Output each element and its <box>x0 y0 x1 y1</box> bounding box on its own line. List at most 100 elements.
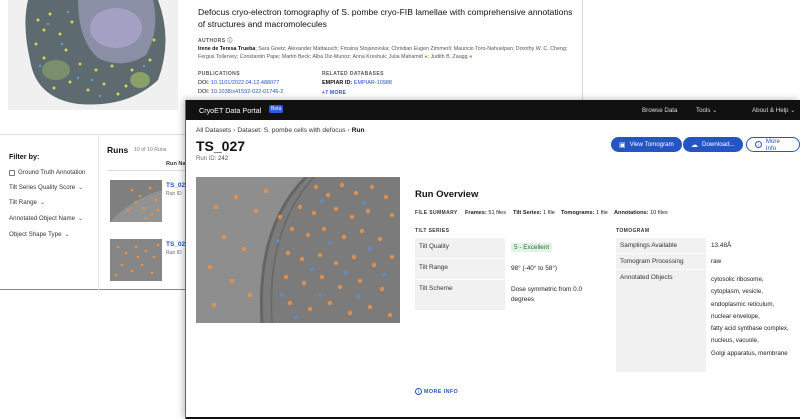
dataset-thumbnail <box>8 0 178 110</box>
nav-browse-data[interactable]: Browse Data <box>642 107 677 114</box>
annotated-objects-list: cytosolic ribosome, cytoplasm, vesicle, … <box>711 274 796 360</box>
download-button[interactable]: ☁ Download... <box>683 137 743 152</box>
filter-annotated-object-name[interactable]: Annotated Object Name ⌄ <box>9 215 83 222</box>
runs-count: 10 of 10 Runs <box>134 147 167 153</box>
authors-list: Irene de Teresa Trueba; Sara Goetz; Alex… <box>198 46 568 61</box>
runs-column-header[interactable]: Run Na <box>166 161 186 167</box>
list-item: nuclear envelope, <box>711 312 760 320</box>
publications-label: PUBLICATIONS <box>198 71 240 77</box>
doi-link-2[interactable]: 10.1038/s41592-022-01746-2 <box>211 89 283 95</box>
processing-key: Tomogram Processing <box>616 254 706 269</box>
list-item: cytosolic ribosome, <box>711 276 764 283</box>
empiar-line: EMPIAR ID: EMPIAR-10988 <box>322 80 392 86</box>
doi-line-2: DOI: 10.1038/s41592-022-01746-2 <box>198 89 284 95</box>
authors-label: AUTHORS ⓘ <box>198 38 233 44</box>
chevron-down-icon: ⌄ <box>712 107 718 114</box>
nav-tools[interactable]: Tools ⌄ <box>696 107 717 114</box>
run-thumbnail-image <box>110 180 162 222</box>
page-title: TS_027 <box>196 138 246 154</box>
quality-badge: 5 - Excellent <box>511 243 553 252</box>
chevron-down-icon: ⌄ <box>39 200 46 206</box>
tilt-range-value: 98° (-40° to 58°) <box>511 265 558 272</box>
table-row: Tilt Range 98° (-40° to 58°) <box>415 259 599 280</box>
runs-title: Runs <box>107 145 129 155</box>
empiar-link[interactable]: EMPIAR-10988 <box>354 80 392 86</box>
more-info-link[interactable]: i MORE INFO <box>415 388 458 395</box>
tilt-series-section-label: TILT SERIES <box>415 228 450 234</box>
list-item: fatty acid synthase complex, <box>711 325 789 333</box>
list-item: endoplasmic reticulum, <box>711 300 775 308</box>
run-thumbnail-image <box>110 239 162 281</box>
breadcrumb-dataset[interactable]: Dataset: S. pombe cells with defocus <box>237 127 345 134</box>
related-databases-label: RELATED DATABASES <box>322 71 384 77</box>
more-info-button[interactable]: i More Info <box>746 137 800 152</box>
tomogram-preview[interactable] <box>196 177 400 323</box>
view-tomogram-button[interactable]: ▣ View Tomogram <box>611 137 682 152</box>
table-row: Tomogram Processing raw <box>616 254 800 270</box>
more-related-link[interactable]: +7 MORE <box>322 90 346 96</box>
run-thumbnail-2[interactable] <box>110 239 162 281</box>
doi-link-1[interactable]: 10.1101/2022.04.12.488077 <box>211 80 279 86</box>
table-row: Tilt Scheme Dose symmetric from 0.0 degr… <box>415 280 599 311</box>
page: Defocus cryo-electron tomography of S. p… <box>0 0 800 419</box>
cloud-download-icon: ☁ <box>691 141 698 149</box>
annotated-objects-value: cytosolic ribosome, cytoplasm, vesicle, … <box>706 270 800 372</box>
frames-count: Frames: 51 files <box>465 210 507 216</box>
ground-truth-checkbox[interactable] <box>9 169 15 176</box>
runs-header-rule <box>107 170 187 171</box>
list-item: Golgi apparatus, membrane <box>711 349 788 357</box>
filter-separator <box>98 134 99 290</box>
processing-value: raw <box>711 258 722 265</box>
filter-tilt-series-quality[interactable]: Tilt Series Quality Score ⌄ <box>9 184 83 191</box>
ground-truth-filter[interactable]: Ground Truth Annotation <box>9 169 85 176</box>
tomogram-table: Samplings Available 13.48Å Tomogram Proc… <box>616 238 800 373</box>
tomograms-count: Tomograms: 1 file <box>561 210 608 216</box>
chevron-down-icon: ⌄ <box>78 216 84 222</box>
filter-title: Filter by: <box>9 152 40 161</box>
run-overview-title: Run Overview <box>415 189 479 200</box>
portal-brand[interactable]: CryoET Data Portal <box>199 106 261 115</box>
tilt-range-key: Tilt Range <box>415 259 505 279</box>
orcid-icon-2[interactable]: ● <box>469 54 472 60</box>
tilt-scheme-key: Tilt Scheme <box>415 280 505 310</box>
info-icon[interactable]: ⓘ <box>227 38 232 44</box>
nav-about-help[interactable]: About & Help ⌄ <box>752 107 795 114</box>
beta-badge: Beta <box>269 105 284 113</box>
info-icon: i <box>755 141 762 148</box>
tomogram-section-label: TOMOGRAM <box>616 228 650 234</box>
view-icon: ▣ <box>619 141 626 149</box>
dataset-rendering <box>8 0 178 110</box>
filter-object-shape-type[interactable]: Object Shape Type ⌄ <box>9 231 70 238</box>
list-item: nucleus, vacuole, <box>711 337 759 345</box>
run-id-label: Run ID <box>166 250 182 256</box>
top-nav-bar: CryoET Data Portal Beta Browse Data Tool… <box>186 100 800 120</box>
chevron-down-icon: ⌄ <box>78 185 84 191</box>
chevron-down-icon: ⌄ <box>64 232 70 238</box>
tilt-series-count: Tilt Series: 1 file <box>513 210 555 216</box>
run-id: Run ID: 242 <box>196 156 229 162</box>
filter-tilt-range[interactable]: Tilt Range ⌄ <box>9 199 45 206</box>
breadcrumb-all-datasets[interactable]: All Datasets <box>196 127 231 134</box>
list-item: cytoplasm, vesicle, <box>711 288 763 296</box>
table-row: Tilt Quality 5 - Excellent <box>415 238 599 259</box>
annotated-objects-key: Annotated Objects <box>616 270 706 372</box>
annotations-count: Annotations: 10 files <box>614 210 668 216</box>
tilt-scheme-value: Dose symmetric from 0.0 degrees <box>511 286 583 303</box>
breadcrumb: All Datasets › Dataset: S. pombe cells wit… <box>196 127 365 134</box>
run-thumbnail-1[interactable] <box>110 180 162 222</box>
file-summary-label: FILE SUMMARY <box>415 210 458 216</box>
tilt-series-table: Tilt Quality 5 - Excellent Tilt Range 98… <box>415 238 599 311</box>
tilt-quality-key: Tilt Quality <box>415 238 505 258</box>
breadcrumb-current: Run <box>351 127 365 134</box>
table-row: Samplings Available 13.48Å <box>616 238 800 254</box>
chevron-down-icon: ⌄ <box>790 107 796 114</box>
tomogram-image <box>196 177 400 323</box>
dataset-title: Defocus cryo-electron tomography of S. p… <box>198 7 573 29</box>
samplings-value: 13.48Å <box>711 242 732 249</box>
table-row: Annotated Objects cytosolic ribosome, cy… <box>616 270 800 373</box>
doi-line-1: DOI: 10.1101/2022.04.12.488077 <box>198 80 280 86</box>
run-window: CryoET Data Portal Beta Browse Data Tool… <box>185 100 800 419</box>
run-id-label: Run ID <box>166 191 182 197</box>
tilt-quality-value: 5 - Excellent <box>505 238 599 258</box>
samplings-key: Samplings Available <box>616 238 706 253</box>
